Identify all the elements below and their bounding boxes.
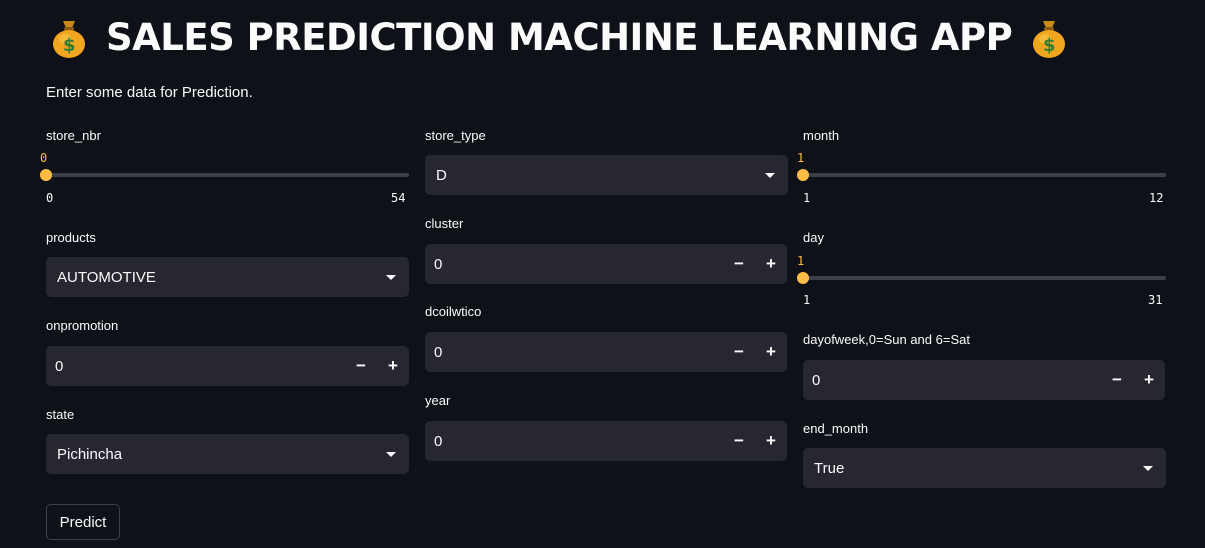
dayofweek-input[interactable]: 0 − + <box>803 360 1165 400</box>
day-max-label: 31 <box>1148 293 1163 307</box>
month-min-label: 1 <box>803 191 811 205</box>
chevron-down-icon <box>1143 466 1153 471</box>
state-selected-value: Pichincha <box>57 445 123 463</box>
store-nbr-label: store_nbr <box>46 128 101 143</box>
day-current-value: 1 <box>797 254 805 268</box>
day-slider-thumb[interactable] <box>797 272 809 284</box>
products-label: products <box>46 230 96 245</box>
subtitle: Enter some data for Prediction. <box>46 84 253 101</box>
dcoilwtico-decrement-button[interactable]: − <box>723 332 755 372</box>
store-nbr-slider-track[interactable] <box>46 173 409 177</box>
state-select[interactable]: Pichincha <box>46 434 409 474</box>
onpromotion-increment-button[interactable]: + <box>377 346 409 386</box>
onpromotion-input[interactable]: 0 − + <box>46 346 409 386</box>
store-nbr-min-label: 0 <box>46 191 54 205</box>
cluster-increment-button[interactable]: + <box>755 244 787 284</box>
year-label: year <box>425 393 451 408</box>
products-select[interactable]: AUTOMOTIVE <box>46 257 409 297</box>
dcoilwtico-value: 0 <box>434 343 443 361</box>
store-nbr-current-value: 0 <box>40 151 48 165</box>
month-slider-thumb[interactable] <box>797 169 809 181</box>
dayofweek-increment-button[interactable]: + <box>1133 360 1165 400</box>
products-selected-value: AUTOMOTIVE <box>57 268 156 286</box>
onpromotion-value: 0 <box>55 357 64 375</box>
dayofweek-decrement-button[interactable]: − <box>1101 360 1133 400</box>
cluster-decrement-button[interactable]: − <box>723 244 755 284</box>
store-type-selected-value: D <box>436 166 447 184</box>
dayofweek-value: 0 <box>812 371 821 389</box>
end-month-label: end_month <box>803 421 869 436</box>
store-type-select[interactable]: D <box>425 155 788 195</box>
chevron-down-icon <box>386 452 396 457</box>
app-page: $ SALES PREDICTION MACHINE LEARNING APP … <box>0 0 1205 548</box>
year-value: 0 <box>434 432 443 450</box>
month-slider-track[interactable] <box>803 173 1166 177</box>
state-label: state <box>46 407 75 422</box>
dcoilwtico-label: dcoilwtico <box>425 304 482 319</box>
year-input[interactable]: 0 − + <box>425 421 787 461</box>
dayofweek-label: dayofweek,0=Sun and 6=Sat <box>803 332 970 347</box>
svg-text:$: $ <box>63 35 75 56</box>
page-title: $ SALES PREDICTION MACHINE LEARNING APP … <box>46 12 1072 64</box>
cluster-label: cluster <box>425 216 464 231</box>
dcoilwtico-increment-button[interactable]: + <box>755 332 787 372</box>
day-slider-track[interactable] <box>803 276 1166 280</box>
dcoilwtico-input[interactable]: 0 − + <box>425 332 787 372</box>
chevron-down-icon <box>765 173 775 178</box>
month-label: month <box>803 128 840 143</box>
money-bag-icon: $ <box>1033 21 1066 58</box>
store-nbr-slider-thumb[interactable] <box>40 169 52 181</box>
money-bag-icon: $ <box>53 21 85 58</box>
month-max-label: 12 <box>1149 191 1164 205</box>
end-month-selected-value: True <box>814 459 845 477</box>
app-title-text: SALES PREDICTION MACHINE LEARNING APP <box>106 16 1013 59</box>
day-label: day <box>803 230 824 245</box>
predict-button[interactable]: Predict <box>46 504 120 540</box>
year-increment-button[interactable]: + <box>755 421 787 461</box>
month-current-value: 1 <box>797 151 805 165</box>
year-decrement-button[interactable]: − <box>723 421 755 461</box>
svg-text:$: $ <box>1043 35 1055 56</box>
day-min-label: 1 <box>803 293 811 307</box>
cluster-value: 0 <box>434 255 443 273</box>
store-type-label: store_type <box>425 128 486 143</box>
onpromotion-label: onpromotion <box>46 318 119 333</box>
onpromotion-decrement-button[interactable]: − <box>345 346 377 386</box>
end-month-select[interactable]: True <box>803 448 1166 488</box>
store-nbr-max-label: 54 <box>391 191 406 205</box>
cluster-input[interactable]: 0 − + <box>425 244 787 284</box>
chevron-down-icon <box>386 275 396 280</box>
